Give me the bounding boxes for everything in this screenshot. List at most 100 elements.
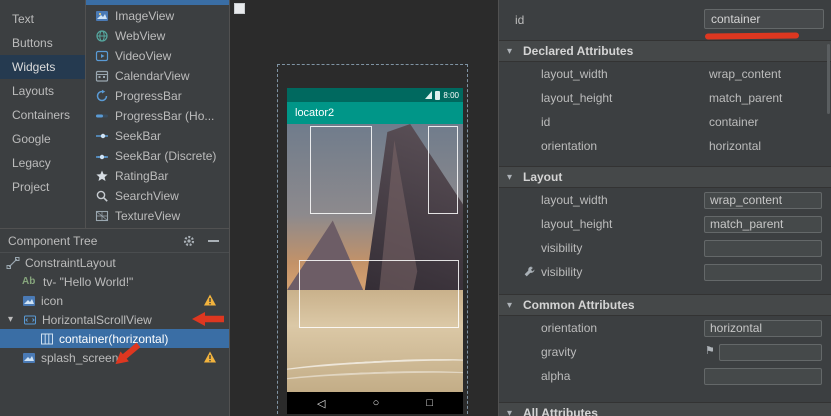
palette-category-containers[interactable]: Containers: [0, 103, 85, 127]
palette-partial-selected-item[interactable]: [86, 0, 229, 5]
attr-section-all-attributes[interactable]: ▾ All Attributes: [499, 402, 831, 416]
palette-item-ratingbar[interactable]: RatingBar: [86, 166, 229, 186]
attr-value-field[interactable]: [704, 368, 822, 385]
chevron-down-icon: ▾: [507, 408, 517, 416]
palette-category-google[interactable]: Google: [0, 127, 85, 151]
design-surface-icon[interactable]: [234, 3, 245, 14]
attributes-panel: id container ▾ Declared Attributes layou…: [498, 0, 831, 416]
palette-category-legacy[interactable]: Legacy: [0, 151, 85, 175]
textview-icon: Ab: [22, 276, 38, 287]
attr-section-common-attributes[interactable]: ▾ Common Attributes: [499, 294, 831, 316]
attr-label: layout_width: [541, 193, 608, 207]
view-bounds-rect[interactable]: [428, 126, 458, 214]
tree-item-icon[interactable]: icon: [0, 291, 229, 310]
attr-value[interactable]: match_parent: [709, 91, 782, 105]
attr-row-alpha: alpha: [499, 364, 831, 388]
palette-item-label: ImageView: [115, 9, 174, 23]
seekbar-icon: [95, 129, 109, 143]
tree-item-label: splash_screen: [41, 351, 118, 365]
palette-item-label: ProgressBar: [115, 89, 182, 103]
attr-value-field[interactable]: wrap_content: [704, 192, 822, 209]
component-tree-panel: Component Tree ConstraintLayout Ab tv- "…: [0, 228, 230, 416]
attr-label: visibility: [541, 241, 582, 255]
palette-item-imageview[interactable]: ImageView: [86, 6, 229, 26]
attr-value[interactable]: wrap_content: [709, 67, 781, 81]
tree-item-textview[interactable]: Ab tv- "Hello World!": [0, 272, 229, 291]
component-tree-title: Component Tree: [8, 234, 97, 248]
gear-icon[interactable]: [182, 234, 196, 248]
attr-section-title: All Attributes: [523, 406, 598, 416]
signal-icon: [425, 91, 432, 99]
warning-icon[interactable]: [203, 293, 217, 307]
app-title: locator2: [295, 107, 334, 119]
attr-label: alpha: [541, 369, 570, 383]
tree-item-label: tv- "Hello World!": [43, 275, 133, 289]
palette-item-progressbar[interactable]: ProgressBar: [86, 86, 229, 106]
attr-value-field[interactable]: [719, 344, 822, 361]
attr-section-title: Layout: [523, 170, 562, 184]
seekbar-discrete-icon: [95, 149, 109, 163]
palette-category-buttons[interactable]: Buttons: [0, 31, 85, 55]
id-value-field[interactable]: container: [704, 9, 824, 29]
tree-item-label: icon: [41, 294, 63, 308]
palette-item-label: RatingBar: [115, 169, 168, 183]
palette-category-layouts[interactable]: Layouts: [0, 79, 85, 103]
nav-back-icon: ◁: [317, 397, 325, 410]
attr-label: orientation: [541, 139, 597, 153]
tree-item-container[interactable]: container(horizontal): [0, 329, 229, 348]
palette-item-calendarview[interactable]: CalendarView: [86, 66, 229, 86]
palette-item-seekbar[interactable]: SeekBar: [86, 126, 229, 146]
attr-row-visibility: visibility: [499, 236, 831, 260]
tree-item-horizontalscrollview[interactable]: ▾ HorizontalScrollView: [0, 310, 229, 329]
palette-item-label: SeekBar (Discrete): [115, 149, 216, 163]
progressbar-icon: [95, 89, 109, 103]
device-preview[interactable]: 8:00 locator2 ◁ ○ □: [287, 88, 463, 414]
flag-icon[interactable]: ⚑: [705, 344, 715, 357]
palette-item-label: SeekBar: [115, 129, 161, 143]
attr-value-field[interactable]: [704, 240, 822, 257]
palette-item-label: CalendarView: [115, 69, 190, 83]
attr-row-orientation: orientation horizontal: [499, 316, 831, 340]
attr-value[interactable]: container: [709, 115, 758, 129]
attributes-scrollbar[interactable]: [827, 44, 830, 114]
palette-item-textureview[interactable]: TextureView: [86, 206, 229, 226]
attr-row-layout-height: layout_height match_parent: [499, 86, 831, 110]
palette-item-label: WebView: [115, 29, 165, 43]
palette-item-videoview[interactable]: VideoView: [86, 46, 229, 66]
attr-value-field[interactable]: match_parent: [704, 216, 822, 233]
ratingbar-icon: [95, 169, 109, 183]
palette-category-text[interactable]: Text: [0, 7, 85, 31]
minimize-icon[interactable]: [208, 240, 219, 242]
warning-icon[interactable]: [203, 350, 217, 364]
attr-id-row: id container: [499, 8, 831, 32]
attr-label: layout_height: [541, 91, 612, 105]
attr-section-layout[interactable]: ▾ Layout: [499, 166, 831, 188]
webview-icon: [95, 29, 109, 43]
attr-row-layout-width: layout_width wrap_content: [499, 62, 831, 86]
palette-item-seekbar-discrete[interactable]: SeekBar (Discrete): [86, 146, 229, 166]
constraintlayout-icon: [6, 256, 20, 270]
imageview-icon: [95, 9, 109, 23]
component-tree-header: Component Tree: [0, 229, 229, 253]
attr-row-tools-visibility: visibility: [499, 260, 831, 284]
attr-label: visibility: [541, 265, 582, 279]
attr-row-id: id container: [499, 110, 831, 134]
palette-category-widgets[interactable]: Widgets: [0, 55, 85, 79]
tree-item-constraintlayout[interactable]: ConstraintLayout: [0, 253, 229, 272]
palette-item-progressbar-horizontal[interactable]: ProgressBar (Ho...: [86, 106, 229, 126]
palette-item-searchview[interactable]: SearchView: [86, 186, 229, 206]
chevron-down-icon[interactable]: ▾: [8, 314, 18, 325]
design-surface[interactable]: 8:00 locator2 ◁ ○ □: [230, 0, 498, 416]
palette-item-webview[interactable]: WebView: [86, 26, 229, 46]
attr-value-field[interactable]: horizontal: [704, 320, 822, 337]
view-bounds-rect[interactable]: [310, 126, 372, 214]
attr-value-field[interactable]: [704, 264, 822, 281]
view-bounds-rect[interactable]: [299, 260, 459, 328]
searchview-icon: [95, 189, 109, 203]
attr-section-declared-attributes[interactable]: ▾ Declared Attributes: [499, 40, 831, 62]
attr-row-gravity: gravity ⚑: [499, 340, 831, 364]
status-bar: 8:00: [287, 88, 463, 102]
attr-value[interactable]: horizontal: [709, 139, 761, 153]
palette-category-project[interactable]: Project: [0, 175, 85, 199]
tree-item-splash-screen[interactable]: splash_screen: [0, 348, 229, 367]
